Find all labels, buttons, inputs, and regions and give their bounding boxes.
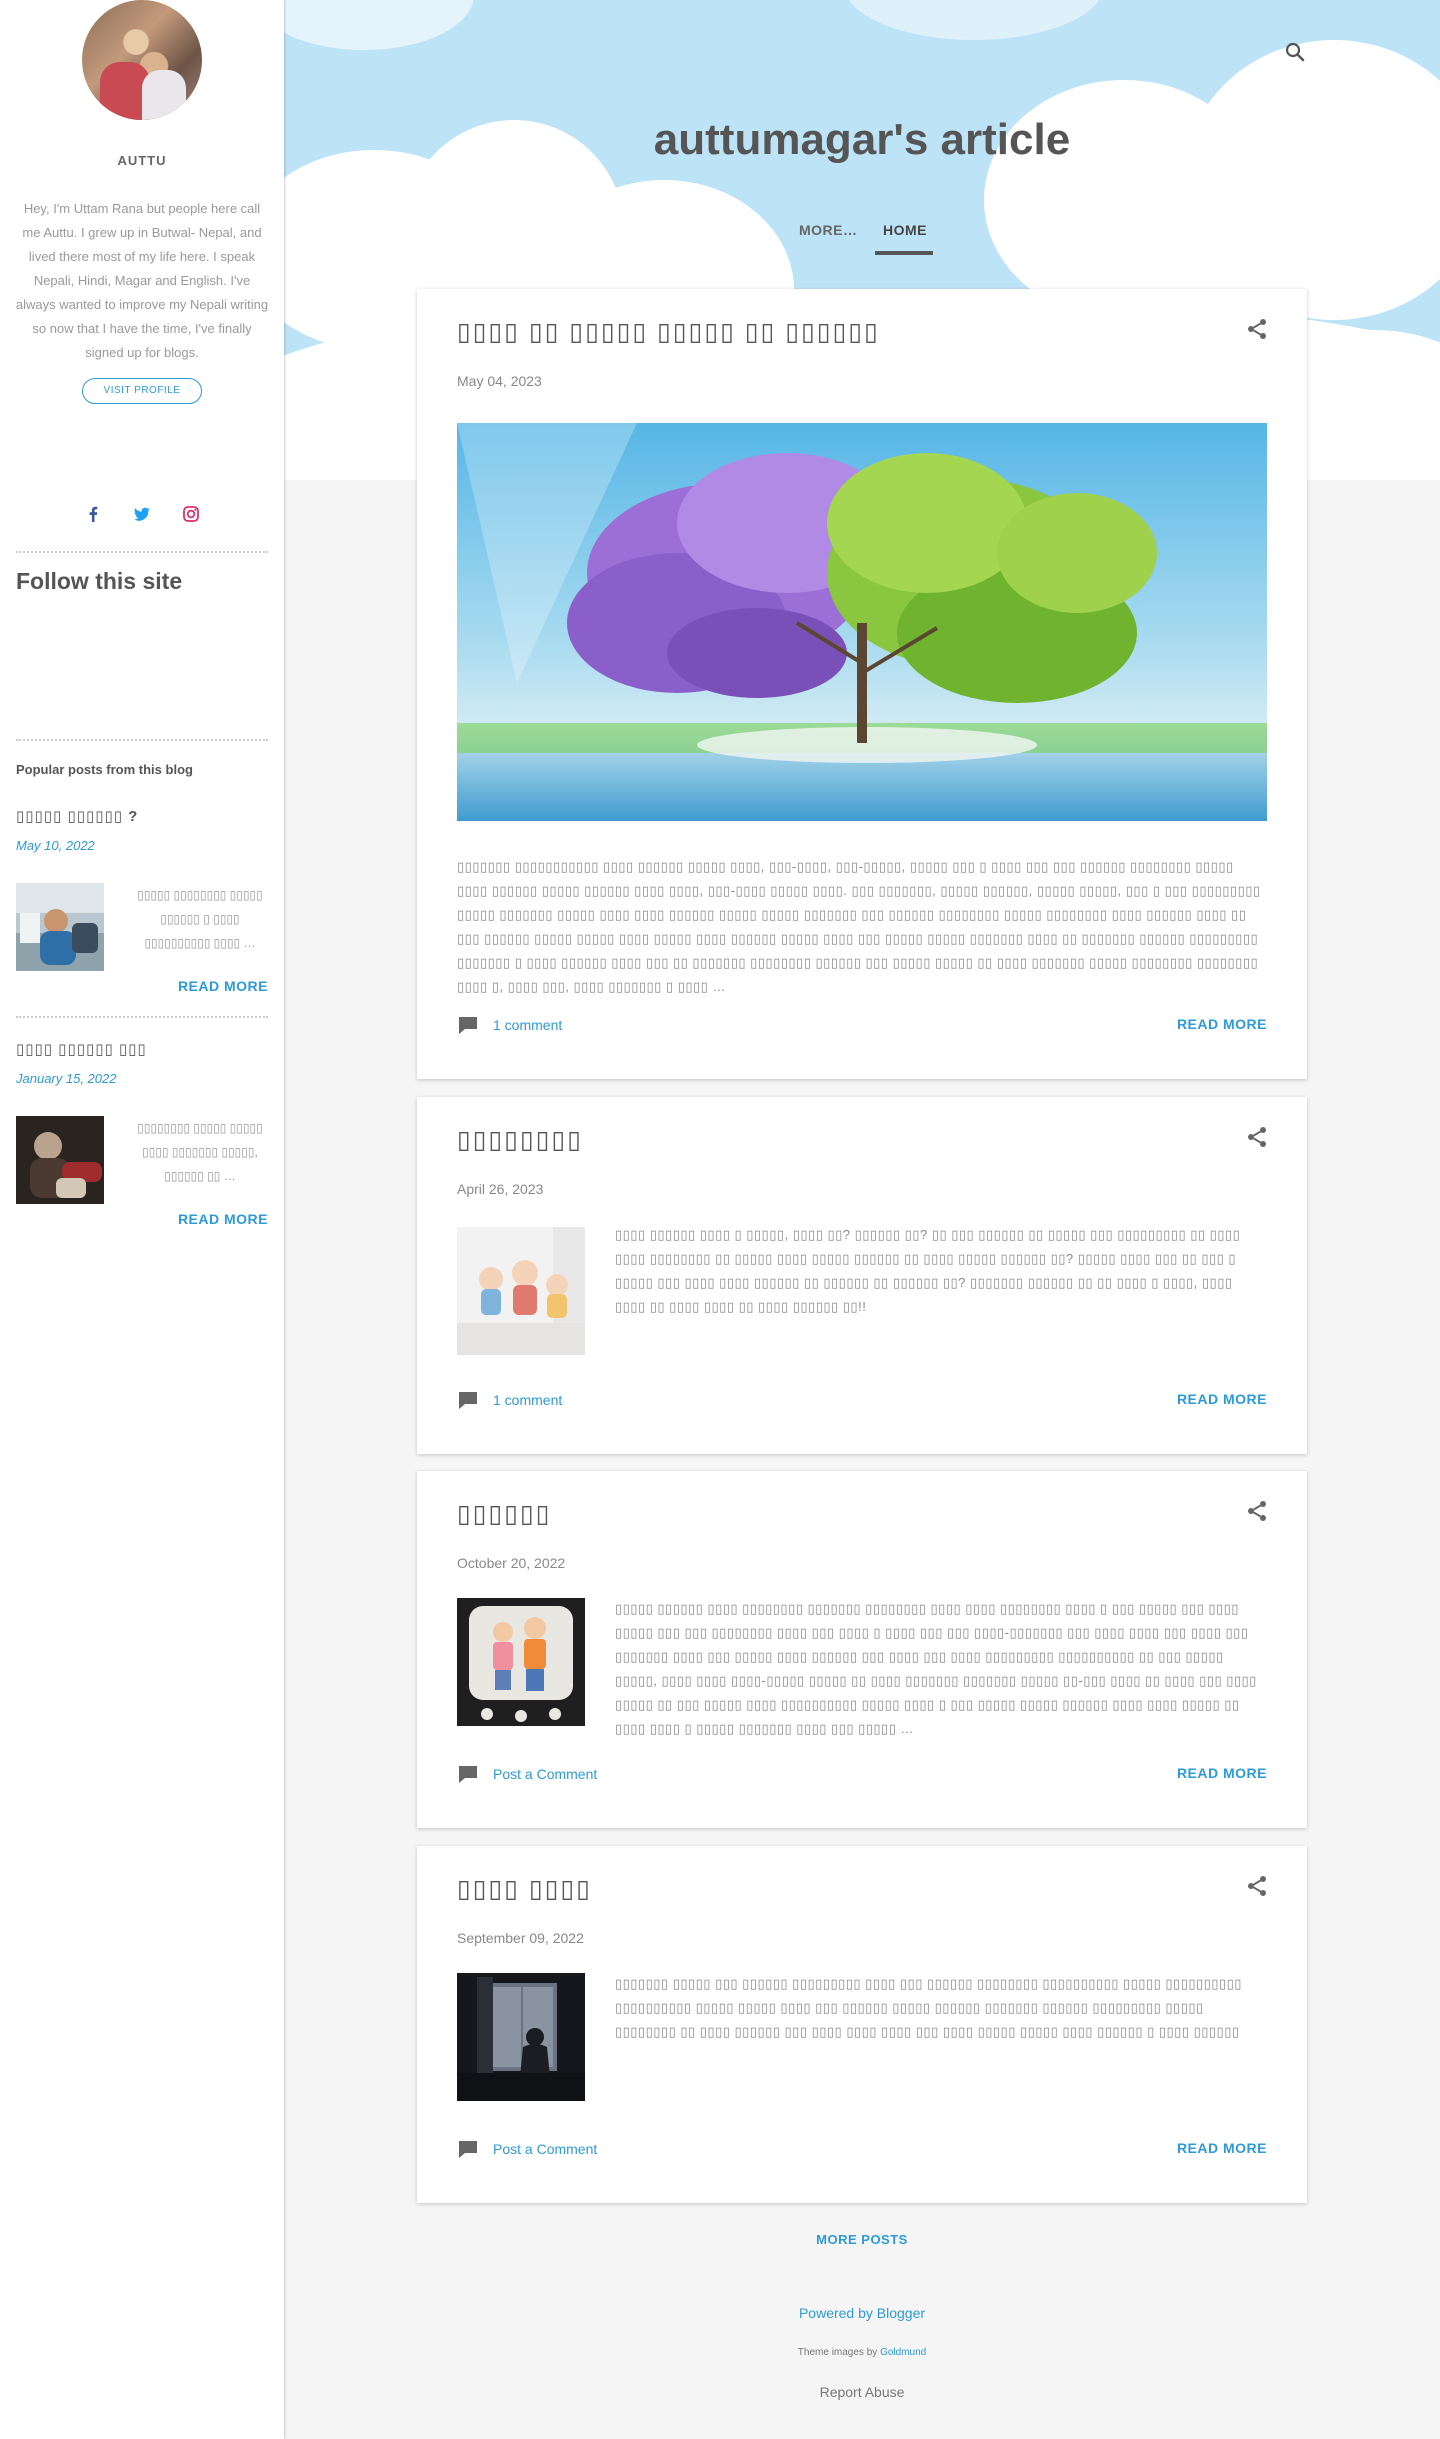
share-icon[interactable] (1245, 317, 1269, 341)
popular-post-snippet: ▯▯▯▯▯ ▯▯▯▯▯▯▯▯ ▯▯▯▯▯ ▯▯▯▯▯▯ ▯ ▯▯▯▯ ▯▯▯▯▯… (137, 888, 263, 950)
facebook-icon[interactable] (82, 503, 104, 525)
avatar[interactable] (82, 0, 202, 120)
comment-icon (459, 1392, 477, 1409)
profile-name[interactable]: AUTTU (0, 153, 284, 168)
post-date[interactable]: April 26, 2023 (457, 1181, 543, 1197)
nav-home[interactable]: HOME (883, 222, 927, 238)
post-featured-image[interactable] (457, 423, 1267, 821)
divider (16, 551, 268, 553)
share-icon[interactable] (1245, 1125, 1269, 1149)
post-title[interactable]: ▯▯▯▯ ▯▯ ▯▯▯▯▯ ▯▯▯▯▯ ▯▯ ▯▯▯▯▯▯ (457, 317, 880, 347)
post-thumbnail[interactable] (457, 1973, 585, 2101)
read-more-link[interactable]: READ MORE (1177, 1765, 1267, 1781)
post-date[interactable]: May 04, 2023 (457, 373, 542, 389)
comments-count[interactable]: 1 comment (493, 1392, 562, 1408)
popular-post-title[interactable]: ▯▯▯▯ ▯▯▯▯▯▯ ▯▯▯ (16, 1040, 147, 1058)
comments-link[interactable]: 1 comment (457, 1015, 562, 1035)
post-card: ▯▯▯▯▯▯▯▯ April 26, 2023 ▯▯▯▯ ▯▯▯▯▯▯ ▯▯▯▯… (417, 1097, 1307, 1454)
post-snippet: ▯▯▯▯▯▯▯ ▯▯▯▯▯▯▯▯▯▯▯ ▯▯▯▯ ▯▯▯▯▯▯ ▯▯▯▯▯ ▯▯… (457, 859, 1261, 994)
popular-post-date[interactable]: January 15, 2022 (16, 1071, 116, 1086)
comments-count[interactable]: Post a Comment (493, 2141, 597, 2157)
nav-more[interactable]: MORE… (799, 222, 858, 238)
comment-icon (459, 1017, 477, 1034)
post-snippet: ▯▯▯▯▯ ▯▯▯▯▯▯ ▯▯▯▯ ▯▯▯▯▯▯▯▯ ▯▯▯▯▯▯▯ ▯▯▯▯▯… (615, 1601, 1257, 1736)
popular-post-thumbnail[interactable] (16, 883, 104, 971)
popular-post-snippet: ▯▯▯▯▯▯▯▯ ▯▯▯▯▯ ▯▯▯▯▯ ▯▯▯▯ ▯▯▯▯▯▯▯ ▯▯▯▯▯,… (137, 1121, 263, 1183)
post-thumbnail[interactable] (457, 1598, 585, 1726)
popular-post-thumbnail[interactable] (16, 1116, 104, 1204)
divider (16, 739, 268, 741)
visit-profile-button[interactable]: VISIT PROFILE (82, 378, 202, 404)
comments-link[interactable]: Post a Comment (457, 1764, 597, 1784)
nav-active-indicator (875, 251, 933, 255)
post-thumbnail[interactable] (457, 1227, 585, 1355)
comments-count[interactable]: 1 comment (493, 1017, 562, 1033)
report-abuse-link[interactable]: Report Abuse (417, 2384, 1307, 2400)
sidebar: AUTTU Hey, I'm Uttam Rana but people her… (0, 0, 284, 2439)
blog-title[interactable]: auttumagar's article (284, 115, 1440, 165)
post-snippet: ▯▯▯▯ ▯▯▯▯▯▯ ▯▯▯▯ ▯ ▯▯▯▯▯, ▯▯▯▯ ▯▯? ▯▯▯▯▯… (615, 1227, 1241, 1314)
post-card: ▯▯▯▯ ▯▯▯▯ September 09, 2022 ▯▯▯▯▯▯▯ ▯▯▯… (417, 1846, 1307, 2203)
comments-link[interactable]: Post a Comment (457, 2139, 597, 2159)
profile-bio: Hey, I'm Uttam Rana but people here call… (15, 201, 269, 360)
popular-post-read-more[interactable]: READ MORE (178, 978, 268, 994)
theme-credit: Theme images by Goldmund (417, 2347, 1307, 2358)
instagram-icon[interactable] (180, 503, 202, 525)
post-date[interactable]: October 20, 2022 (457, 1555, 565, 1571)
read-more-link[interactable]: READ MORE (1177, 1391, 1267, 1407)
popular-post-title[interactable]: ▯▯▯▯▯ ▯▯▯▯▯▯ ? (16, 807, 138, 825)
read-more-link[interactable]: READ MORE (1177, 1016, 1267, 1032)
post-card: ▯▯▯▯ ▯▯ ▯▯▯▯▯ ▯▯▯▯▯ ▯▯ ▯▯▯▯▯▯ May 04, 20… (417, 289, 1307, 1079)
comments-count[interactable]: Post a Comment (493, 1766, 597, 1782)
post-date[interactable]: September 09, 2022 (457, 1930, 584, 1946)
post-title[interactable]: ▯▯▯▯▯▯▯▯ (457, 1125, 583, 1155)
popular-post-read-more[interactable]: READ MORE (178, 1211, 268, 1227)
popular-posts-title: Popular posts from this blog (16, 762, 193, 777)
comments-link[interactable]: 1 comment (457, 1390, 562, 1410)
share-icon[interactable] (1245, 1874, 1269, 1898)
divider (16, 1016, 268, 1018)
post-card: ▯▯▯▯▯▯ October 20, 2022 ▯▯▯▯▯ ▯▯▯▯▯▯ ▯▯▯… (417, 1471, 1307, 1828)
popular-post-date[interactable]: May 10, 2022 (16, 838, 95, 853)
follow-title: Follow this site (16, 568, 183, 594)
more-posts-button[interactable]: MORE POSTS (417, 2232, 1307, 2247)
comment-icon (459, 2141, 477, 2158)
post-title[interactable]: ▯▯▯▯▯▯ (457, 1499, 552, 1529)
theme-credit-prefix: Theme images by (797, 2347, 878, 2358)
post-title[interactable]: ▯▯▯▯ ▯▯▯▯ (457, 1874, 592, 1904)
share-icon[interactable] (1245, 1499, 1269, 1523)
powered-by-link[interactable]: Powered by Blogger (417, 2305, 1307, 2321)
post-snippet: ▯▯▯▯▯▯▯ ▯▯▯▯▯ ▯▯▯ ▯▯▯▯▯▯ ▯▯▯▯▯▯▯▯▯ ▯▯▯▯ … (615, 1976, 1242, 2039)
comment-icon (459, 1766, 477, 1783)
search-icon[interactable] (1283, 40, 1307, 64)
read-more-link[interactable]: READ MORE (1177, 2140, 1267, 2156)
theme-author-link[interactable]: Goldmund (880, 2347, 926, 2358)
twitter-icon[interactable] (131, 503, 153, 525)
